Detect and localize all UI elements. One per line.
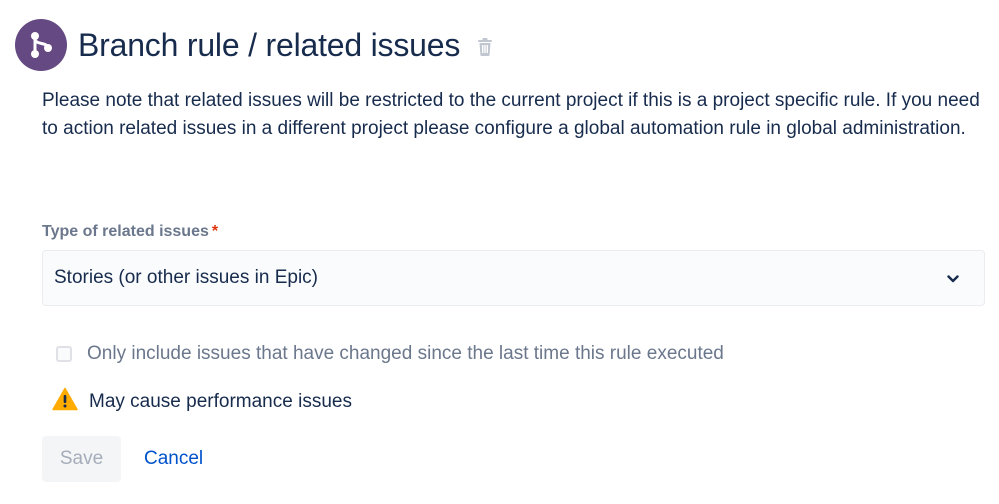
changed-issues-checkbox[interactable] — [56, 346, 72, 362]
required-marker: * — [211, 223, 219, 240]
field-label-text: Type of related issues — [42, 223, 209, 240]
warning-text: May cause performance issues — [89, 390, 352, 412]
restriction-note: Please note that related issues will be … — [42, 90, 980, 139]
rule-header: Branch rule / related issues — [15, 19, 493, 71]
warning-icon — [52, 387, 78, 416]
checkbox-label: Only include issues that have changed si… — [87, 343, 724, 364]
select-value: Stories (or other issues in Epic) — [54, 267, 318, 288]
page-title: Branch rule / related issues — [78, 27, 461, 63]
cancel-button[interactable]: Cancel — [130, 436, 217, 482]
related-issues-type-select[interactable]: Stories (or other issues in Epic) — [42, 250, 985, 306]
trash-icon[interactable] — [478, 38, 493, 56]
save-button[interactable]: Save — [42, 436, 121, 482]
chevron-down-icon[interactable] — [946, 272, 960, 286]
branch-icon — [15, 19, 67, 71]
related-issues-type-label: Type of related issues * — [42, 222, 218, 242]
performance-warning: May cause performance issues — [52, 387, 352, 416]
changed-issues-checkbox-row[interactable]: Only include issues that have changed si… — [56, 342, 724, 366]
